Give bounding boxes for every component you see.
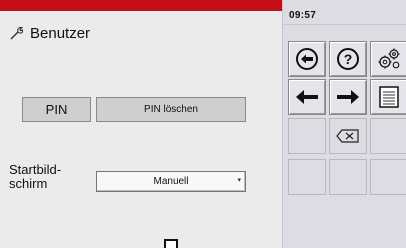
pin-delete-button[interactable]: PIN löschen [96, 97, 246, 122]
keypad-empty-key [288, 118, 326, 154]
arrow-left-icon [296, 90, 318, 104]
help-button[interactable]: ? [329, 41, 367, 77]
wrench-icon [9, 25, 25, 41]
divider [283, 24, 406, 25]
keypad-panel: 09:57 ? [282, 0, 406, 248]
chevron-down-icon: ▾ [237, 177, 241, 184]
settings-button[interactable] [370, 41, 406, 77]
pin-button[interactable]: PIN [22, 97, 91, 122]
focus-cursor [164, 239, 178, 248]
backspace-icon [336, 129, 359, 143]
keypad-empty-key [370, 118, 406, 154]
main-panel: Benutzer PIN PIN löschen Startbild- schi… [0, 0, 282, 248]
page-title: Benutzer [30, 24, 91, 42]
start-screen-value: Manuell [153, 176, 189, 187]
arrow-left-button[interactable] [288, 79, 326, 115]
list-page-icon [379, 86, 399, 108]
back-circle-icon [296, 48, 318, 70]
page-title-row: Benutzer [9, 23, 90, 43]
clock: 09:57 [289, 10, 317, 21]
arrow-right-button[interactable] [329, 79, 367, 115]
keypad-empty-key [329, 159, 367, 195]
keypad-empty-key [370, 159, 406, 195]
backspace-button[interactable] [329, 118, 367, 154]
help-icon: ? [337, 48, 359, 70]
settings-gears-icon [378, 48, 400, 69]
keypad-empty-key [288, 159, 326, 195]
screen: Benutzer PIN PIN löschen Startbild- schi… [0, 0, 406, 248]
back-button[interactable] [288, 41, 326, 77]
list-button[interactable] [370, 79, 406, 115]
arrow-right-icon [337, 90, 359, 104]
start-screen-label: Startbild- schirm [9, 162, 62, 191]
start-screen-select[interactable]: Manuell ▾ [96, 171, 246, 192]
header-bar [0, 0, 282, 11]
svg-text:?: ? [344, 51, 353, 67]
